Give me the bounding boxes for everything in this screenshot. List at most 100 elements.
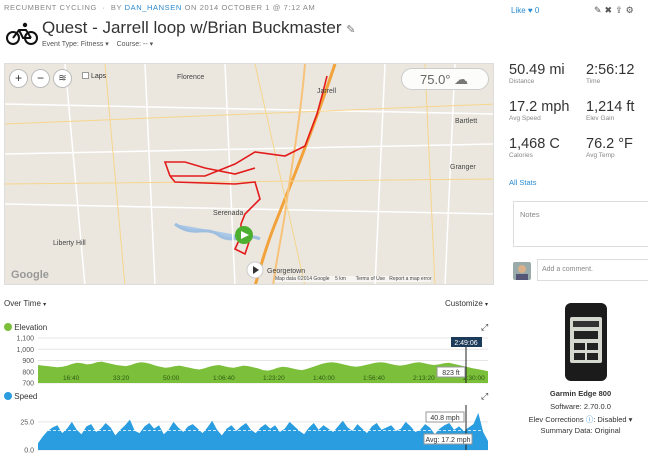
activity-title-text: Quest - Jarrell loop w/Brian Buckmaster: [42, 18, 342, 37]
expand-icon[interactable]: ⤢: [481, 391, 488, 402]
caret-down-icon: ▾: [43, 302, 47, 308]
activity-meta: Event Type: Fitness ▾ Course: -- ▾: [42, 40, 153, 48]
map-footer: Map data ©2014 Google 5 km Terms of Use …: [275, 276, 432, 282]
elevation-title: Elevation: [14, 323, 48, 332]
delete-icon[interactable]: ✖: [605, 5, 616, 15]
stat-calories: 1,468 C Calories: [509, 136, 560, 159]
map-place-label: Jarrell: [317, 88, 337, 95]
zoom-out-button[interactable]: −: [31, 69, 50, 88]
map-attribution: Map data ©2014 Google: [275, 276, 330, 282]
toolbar-icons: ✎✖⇪⚙: [594, 5, 637, 16]
share-icon[interactable]: ⇪: [615, 5, 626, 15]
stat-label: Time: [586, 78, 601, 85]
garmin-device-image: [565, 303, 607, 381]
cursor-value-label: 823 ft: [442, 370, 460, 377]
speed-dot: [4, 392, 12, 400]
stat-value: 2:56:12: [586, 62, 635, 78]
x-tick-label: 50:00: [163, 375, 180, 382]
map-place-label: Florence: [177, 74, 205, 81]
activity-category: RECUMBENT CYCLING: [4, 3, 97, 12]
edit-icon[interactable]: ✎: [594, 5, 605, 15]
x-tick-label: 1:40:00: [313, 375, 335, 382]
edit-pencil-icon[interactable]: ✎: [346, 24, 355, 36]
laps-label: Laps: [91, 73, 107, 80]
map-scale: 5 km: [335, 276, 346, 282]
activity-title[interactable]: Quest - Jarrell loop w/Brian Buckmaster …: [42, 18, 355, 38]
stat-label: Elev Gain: [586, 115, 615, 122]
stat-time: 2:56:12 Time: [586, 62, 634, 85]
temperature-label: 75.0°: [420, 72, 451, 87]
y-tick-label: 0.0: [24, 448, 34, 455]
caret-down-icon: ▾: [485, 302, 489, 308]
like-count: 0: [534, 6, 540, 15]
like-label: Like: [511, 6, 526, 15]
elev-corrections-status[interactable]: : Disabled ▾: [593, 415, 632, 424]
elev-corrections[interactable]: Elev Corrections ⓘ: Disabled ▾: [513, 414, 648, 425]
expand-icon[interactable]: ⤢: [481, 322, 488, 333]
speed-chart-header: Speed: [4, 392, 37, 401]
cloud-icon: ☁: [454, 71, 469, 87]
layers-icon[interactable]: ≋: [53, 69, 72, 88]
speed-title: Speed: [14, 392, 38, 401]
stat-label: Avg Temp: [586, 152, 615, 159]
x-tick-label: 2:13:20: [413, 375, 435, 382]
elevation-chart[interactable]: 1,100 1,000 900 800 700 16:40 33:20 50:00 1:06:4…: [0, 333, 494, 389]
user-link[interactable]: DAN_HANSEN: [125, 3, 182, 12]
device-name: Garmin Edge 800: [549, 389, 612, 398]
avatar: [513, 262, 531, 280]
map-place-label: Georgetown: [267, 268, 306, 275]
comment-input[interactable]: Add a comment.: [537, 259, 648, 281]
terms-link[interactable]: Terms of Use: [356, 276, 385, 282]
over-time-dropdown[interactable]: Over Time ▾: [4, 299, 46, 308]
notes-field[interactable]: Notes: [513, 201, 648, 247]
y-tick-label: 1,100: [16, 336, 34, 343]
stat-distance: 50.49 mi Distance: [509, 62, 565, 85]
like-button[interactable]: Like ♥ 0: [511, 6, 539, 15]
settings-icon[interactable]: ⚙: [626, 5, 637, 15]
device-screen: [570, 317, 602, 363]
elev-corrections-label: Elev Corrections: [528, 415, 584, 424]
stat-value: 1,468 C: [509, 136, 560, 152]
stat-avg-temp: 76.2 °F Avg Temp: [586, 136, 633, 159]
x-tick-label: 16:40: [63, 375, 80, 382]
laps-toggle[interactable]: Laps: [82, 72, 106, 80]
y-tick-label: 800: [22, 369, 34, 376]
map-place-label: Bartlett: [455, 118, 478, 125]
avg-label: Avg: 17.2 mph: [425, 437, 470, 444]
course-dropdown[interactable]: Course: -- ▾: [117, 41, 154, 48]
map-place-label: Liberty Hill: [53, 240, 86, 247]
route-map[interactable]: + − ≋ Laps 75.0° ☁ Google Florence Jarre…: [4, 63, 494, 285]
speed-area: [38, 412, 488, 450]
cursor-time-label: 2:49:06: [454, 340, 477, 347]
heart-icon: ♥: [527, 6, 533, 15]
x-tick-label: 1:56:40: [363, 375, 385, 382]
summary-data: Summary Data: Original: [540, 426, 621, 435]
stat-label: Calories: [509, 152, 533, 159]
x-tick-label: 33:20: [113, 375, 130, 382]
cursor-value-label: 40.8 mph: [430, 415, 459, 422]
y-tick-label: 25.0: [20, 419, 34, 426]
activity-date: ON 2014 OCTOBER 1 @ 7:12 AM: [184, 3, 316, 12]
breadcrumb: RECUMBENT CYCLING · BY DAN_HANSEN ON 201…: [4, 3, 316, 12]
customize-dropdown[interactable]: Customize ▾: [445, 299, 488, 308]
stat-label: Distance: [509, 78, 535, 85]
device-software: Software: 2.70.0.0: [550, 402, 611, 411]
stat-avg-speed: 17.2 mph Avg Speed: [509, 99, 569, 122]
elevation-chart-header: Elevation: [4, 323, 47, 332]
x-tick-label: 1:23:20: [263, 375, 285, 382]
y-tick-label: 1,000: [16, 347, 34, 354]
event-type-dropdown[interactable]: Event Type: Fitness ▾: [42, 41, 109, 48]
y-tick-label: 900: [22, 358, 34, 365]
weather-badge: 75.0° ☁: [401, 68, 489, 90]
laps-checkbox[interactable]: [82, 72, 89, 79]
map-canvas: [5, 64, 493, 284]
map-place-label: Serenada: [213, 210, 244, 217]
all-stats-link[interactable]: All Stats: [509, 178, 537, 187]
stat-value: 50.49 mi: [509, 62, 565, 78]
report-link[interactable]: Report a map error: [389, 276, 431, 282]
stat-value: 1,214 ft: [586, 99, 635, 115]
zoom-in-button[interactable]: +: [9, 69, 28, 88]
stat-label: Avg Speed: [509, 115, 541, 122]
speed-chart[interactable]: 25.0 0.0 40.8 mph Avg: 17.2 mph: [0, 402, 494, 455]
stat-value: 76.2 °F: [586, 136, 633, 152]
